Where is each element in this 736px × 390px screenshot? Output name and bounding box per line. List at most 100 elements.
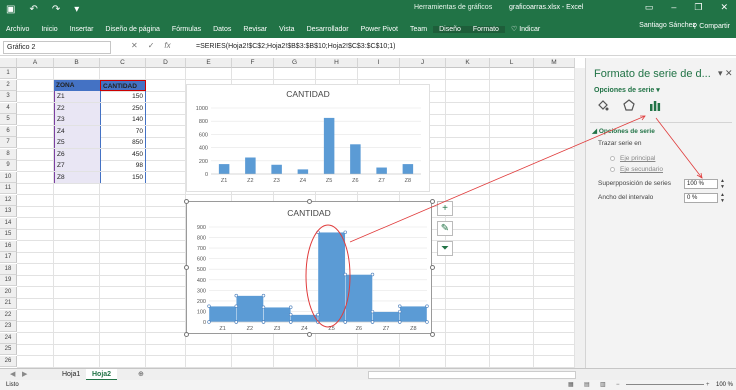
zoom-slider[interactable] <box>626 384 704 385</box>
save-icon[interactable]: ▣ <box>6 4 15 15</box>
table-cell-cantidad[interactable]: 150 <box>100 171 146 183</box>
row-header-6[interactable]: 6 <box>0 125 17 137</box>
row-header-23[interactable]: 23 <box>0 321 17 332</box>
row-header-16[interactable]: 16 <box>0 240 17 252</box>
tab-diseno-pagina[interactable]: Diseño de página <box>99 26 166 33</box>
minimize-icon[interactable]: – <box>671 2 676 13</box>
row-header-10[interactable]: 10 <box>0 171 17 183</box>
table-cell-cantidad[interactable]: 150 <box>100 91 146 102</box>
table-cell-zona[interactable]: Z8 <box>54 171 100 183</box>
zoom-out-icon[interactable]: − <box>616 380 620 390</box>
chart-elements-button[interactable]: + <box>437 201 453 216</box>
row-header-1[interactable]: 1 <box>0 68 17 79</box>
vertical-scrollbar[interactable] <box>575 68 585 368</box>
resize-handle-bl[interactable] <box>184 332 189 337</box>
series-overlap-input[interactable]: 100 % <box>684 179 718 189</box>
cancel-icon[interactable]: ✕ <box>131 41 138 50</box>
formula-input[interactable]: =SERIES(Hoja2!$C$2;Hoja2!$B$3:$B$10;Hoja… <box>196 41 395 52</box>
column-header-F[interactable]: F <box>232 58 274 68</box>
column-header-J[interactable]: J <box>400 58 446 68</box>
table-cell-zona[interactable]: Z3 <box>54 114 100 125</box>
row-header-25[interactable]: 25 <box>0 344 17 355</box>
overlap-spinner-icon[interactable]: ▲ ▼ <box>720 178 725 190</box>
tab-vista[interactable]: Vista <box>273 26 300 33</box>
table-cell-zona[interactable]: Z1 <box>54 91 100 102</box>
column-header-E[interactable]: E <box>186 58 232 68</box>
row-header-5[interactable]: 5 <box>0 114 17 125</box>
series-options-dropdown[interactable]: Opciones de serie ▾ <box>594 86 660 94</box>
table-cell-zona[interactable]: Z5 <box>54 137 100 148</box>
tab-inicio[interactable]: Inicio <box>35 26 63 33</box>
view-normal-icon[interactable]: ▦ <box>568 380 574 390</box>
row-header-8[interactable]: 8 <box>0 148 17 160</box>
resize-handle-tl[interactable] <box>184 199 189 204</box>
enter-icon[interactable]: ✓ <box>148 41 155 50</box>
column-header-G[interactable]: G <box>274 58 316 68</box>
table-cell-cantidad[interactable]: 140 <box>100 114 146 125</box>
tab-diseno[interactable]: Diseño <box>433 25 467 33</box>
tell-me-box[interactable]: ♡ Indicar <box>505 25 546 33</box>
row-header-19[interactable]: 19 <box>0 275 17 286</box>
table-cell-cantidad[interactable]: 98 <box>100 160 146 171</box>
column-header-K[interactable]: K <box>446 58 490 68</box>
view-page-break-icon[interactable]: ▥ <box>600 380 606 390</box>
row-header-15[interactable]: 15 <box>0 229 17 240</box>
row-header-22[interactable]: 22 <box>0 309 17 321</box>
table-header-cantidad[interactable]: CANTIDAD <box>100 79 146 91</box>
row-header-11[interactable]: 11 <box>0 183 17 194</box>
view-page-layout-icon[interactable]: ▤ <box>584 380 590 390</box>
row-header-21[interactable]: 21 <box>0 298 17 309</box>
select-all-corner[interactable] <box>0 58 17 68</box>
gap-width-input[interactable]: 0 % <box>684 193 718 203</box>
chart-styles-button[interactable]: ✎ <box>437 221 453 236</box>
row-header-13[interactable]: 13 <box>0 206 17 217</box>
column-header-C[interactable]: C <box>100 58 146 68</box>
tab-revisar[interactable]: Revisar <box>237 26 273 33</box>
chart-1[interactable]: CANTIDAD 0 200 400 600 800 1000 Z1 Z2 Z3 Z4 Z5 Z6 Z7… <box>186 84 430 192</box>
gap-spinner-icon[interactable]: ▲ ▼ <box>720 192 725 204</box>
row-header-4[interactable]: 4 <box>0 102 17 114</box>
resize-handle-b[interactable] <box>307 332 312 337</box>
tab-archivo[interactable]: Archivo <box>0 26 35 33</box>
column-header-I[interactable]: I <box>358 58 400 68</box>
tab-formulas[interactable]: Fórmulas <box>166 26 207 33</box>
zoom-level[interactable]: 100 % <box>716 380 733 390</box>
column-header-H[interactable]: H <box>316 58 358 68</box>
tab-team[interactable]: Team <box>404 26 433 33</box>
table-cell-zona[interactable]: Z7 <box>54 160 100 171</box>
row-header-18[interactable]: 18 <box>0 263 17 275</box>
tab-formato[interactable]: Formato <box>466 25 505 33</box>
zoom-in-icon[interactable]: + <box>706 380 710 390</box>
ribbon-display-icon[interactable]: ▭ <box>645 2 654 13</box>
row-header-12[interactable]: 12 <box>0 194 17 206</box>
row-header-24[interactable]: 24 <box>0 332 17 344</box>
share-button[interactable]: ⚲ Compartir <box>692 22 730 30</box>
row-header-2[interactable]: 2 <box>0 79 17 91</box>
tab-power-pivot[interactable]: Power Pivot <box>355 26 404 33</box>
column-header-B[interactable]: B <box>54 58 100 68</box>
name-box[interactable]: Gráfico 2 <box>3 41 111 54</box>
resize-handle-l[interactable] <box>184 265 189 270</box>
horizontal-scrollbar[interactable] <box>368 371 576 379</box>
table-cell-cantidad[interactable]: 70 <box>100 125 146 137</box>
effects-icon[interactable] <box>622 98 636 112</box>
row-header-3[interactable]: 3 <box>0 91 17 102</box>
column-header-D[interactable]: D <box>146 58 186 68</box>
pane-close-icon[interactable]: ▾ ✕ <box>718 68 733 79</box>
row-header-20[interactable]: 20 <box>0 286 17 298</box>
section-series-options[interactable]: ◢ Opciones de serie <box>592 127 655 135</box>
secondary-axis-radio[interactable] <box>610 167 615 172</box>
table-cell-zona[interactable]: Z2 <box>54 102 100 114</box>
tab-insertar[interactable]: Insertar <box>64 26 100 33</box>
row-header-17[interactable]: 17 <box>0 252 17 263</box>
row-header-9[interactable]: 9 <box>0 160 17 171</box>
row-header-26[interactable]: 26 <box>0 355 17 367</box>
restore-icon[interactable]: ❐ <box>694 2 702 13</box>
resize-handle-r[interactable] <box>430 265 435 270</box>
table-cell-cantidad[interactable]: 450 <box>100 148 146 160</box>
table-header-zona[interactable]: ZONA <box>54 79 100 91</box>
column-header-L[interactable]: L <box>490 58 534 68</box>
chart-2[interactable]: CANTIDAD 0 100 200 300 400 500 600 700 800 900 Z1 Z… <box>186 201 432 334</box>
customize-qat-icon[interactable]: ▾ <box>74 4 79 15</box>
primary-axis-radio[interactable] <box>610 156 615 161</box>
